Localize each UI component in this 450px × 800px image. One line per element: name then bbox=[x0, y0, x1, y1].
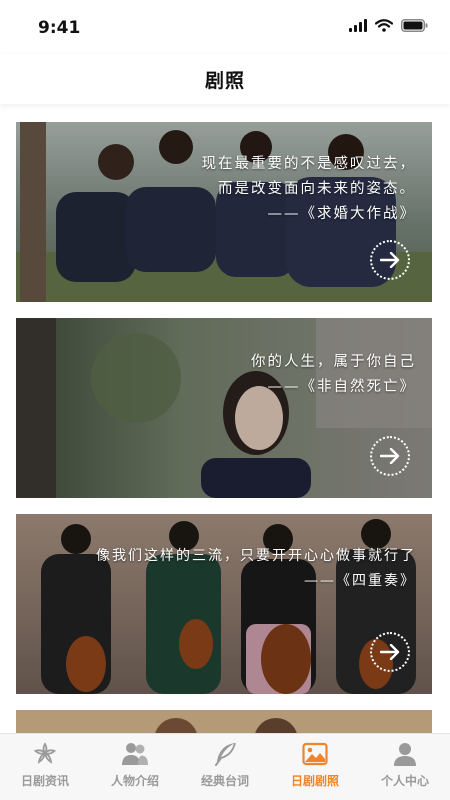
still-card-propose-daisakusen[interactable]: 现在最重要的不是感叹过去， 而是改变面向未来的姿态。 ——《求婚大作战》 bbox=[16, 122, 432, 302]
status-time: 9:41 bbox=[38, 18, 81, 38]
quote-text: 你的人生，属于你自己 ——《非自然死亡》 bbox=[251, 354, 416, 395]
tab-label: 个人中心 bbox=[380, 774, 429, 788]
still-image bbox=[16, 514, 432, 694]
status-icons bbox=[349, 19, 428, 32]
open-arrow-button[interactable] bbox=[370, 240, 410, 280]
tab-character-intro[interactable]: 人物介绍 bbox=[90, 734, 180, 800]
still-card-unnatural-death[interactable]: 你的人生，属于你自己 ——《非自然死亡》 bbox=[16, 318, 432, 498]
navigation-bar: 剧照 bbox=[0, 54, 450, 104]
tab-drama-stills[interactable]: 日剧剧照 bbox=[270, 734, 360, 800]
person-icon bbox=[391, 740, 419, 768]
tab-label: 人物介绍 bbox=[110, 774, 159, 788]
sakura-icon bbox=[31, 740, 59, 768]
people-icon bbox=[121, 740, 149, 768]
quote-text: 现在最重要的不是感叹过去， 而是改变面向未来的姿态。 ——《求婚大作战》 bbox=[201, 156, 416, 222]
open-arrow-button[interactable] bbox=[370, 436, 410, 476]
wifi-icon bbox=[375, 19, 393, 32]
page-title: 剧照 bbox=[204, 70, 245, 92]
battery-icon bbox=[401, 19, 428, 32]
tab-personal-center[interactable]: 个人中心 bbox=[360, 734, 450, 800]
stills-feed[interactable]: 现在最重要的不是感叹过去， 而是改变面向未来的姿态。 ——《求婚大作战》 你的人… bbox=[16, 122, 432, 800]
open-arrow-button[interactable] bbox=[370, 632, 410, 672]
tab-bar: 日剧资讯 人物介绍 经典台词 日剧剧照 个人中心 bbox=[0, 733, 450, 800]
quote-text: 像我们这样的三流，只要开开心心做事就行了 ——《四重奏》 bbox=[96, 548, 416, 589]
arrow-right-icon bbox=[380, 448, 400, 464]
tab-classic-lines[interactable]: 经典台词 bbox=[180, 734, 270, 800]
status-bar: 9:41 bbox=[0, 0, 450, 54]
tab-label: 日剧资讯 bbox=[20, 774, 69, 788]
still-card-quartet[interactable]: 像我们这样的三流，只要开开心心做事就行了 ——《四重奏》 bbox=[16, 514, 432, 694]
tab-label: 经典台词 bbox=[200, 774, 249, 788]
feather-icon bbox=[211, 740, 239, 768]
cellular-signal-icon bbox=[349, 19, 367, 32]
arrow-right-icon bbox=[380, 644, 400, 660]
still-image bbox=[16, 318, 432, 498]
photo-icon bbox=[301, 740, 329, 768]
arrow-right-icon bbox=[380, 252, 400, 268]
tab-label: 日剧剧照 bbox=[290, 774, 339, 788]
tab-drama-news[interactable]: 日剧资讯 bbox=[0, 734, 90, 800]
